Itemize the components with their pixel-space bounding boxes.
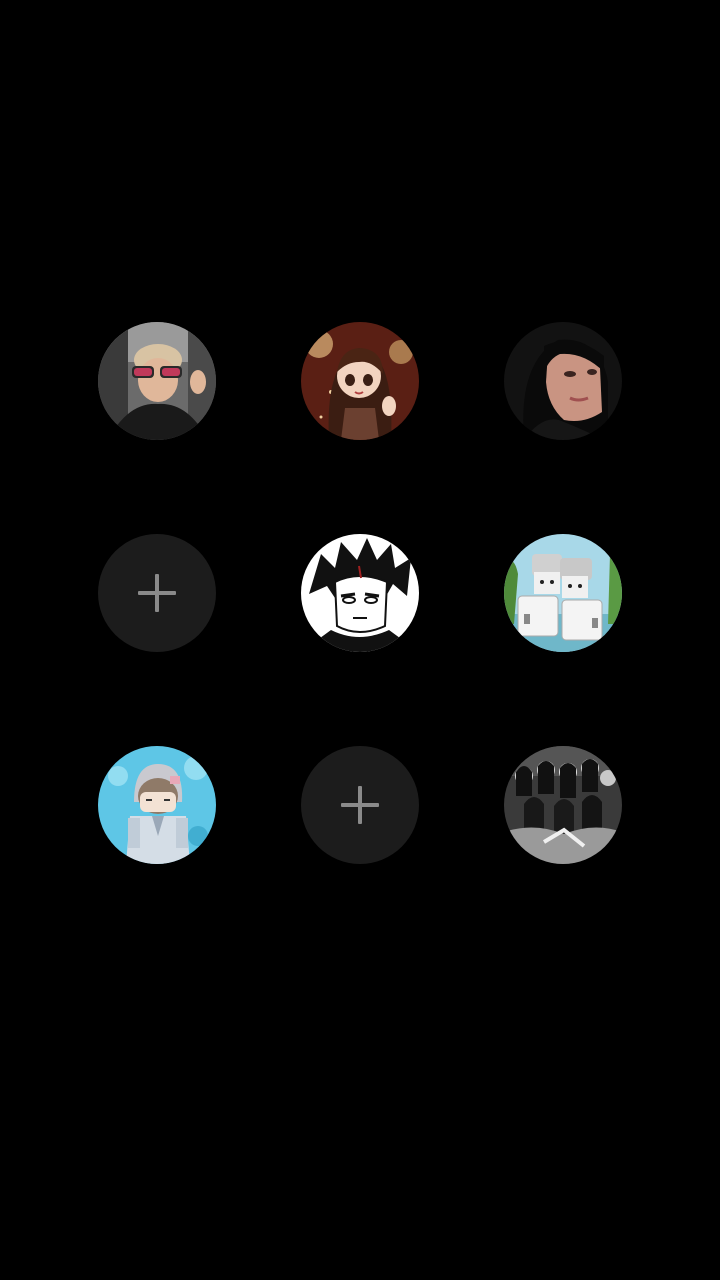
avatar-slot-2[interactable]	[301, 322, 419, 440]
avatar-slot-3[interactable]	[504, 322, 622, 440]
avatar-slot-9[interactable]	[504, 746, 622, 864]
avatar-slot-6[interactable]	[504, 534, 622, 652]
profile-photo-group-grayscale	[504, 746, 622, 864]
profile-photo-manga-character	[301, 534, 419, 652]
avatar-slot-7[interactable]	[98, 746, 216, 864]
profile-photo-game-character-blue	[98, 746, 216, 864]
profile-photo-boy-sunglasses	[98, 322, 216, 440]
plus-icon	[341, 786, 379, 824]
profile-photo-anime-girl-brown	[301, 322, 419, 440]
profile-photo-game-characters-beach	[504, 534, 622, 652]
add-avatar-button[interactable]	[301, 746, 419, 864]
add-avatar-button[interactable]	[98, 534, 216, 652]
plus-icon	[138, 574, 176, 612]
avatar-grid	[0, 0, 720, 1280]
avatar-slot-5[interactable]	[301, 534, 419, 652]
profile-photo-woman-dark-hair	[504, 322, 622, 440]
avatar-slot-1[interactable]	[98, 322, 216, 440]
